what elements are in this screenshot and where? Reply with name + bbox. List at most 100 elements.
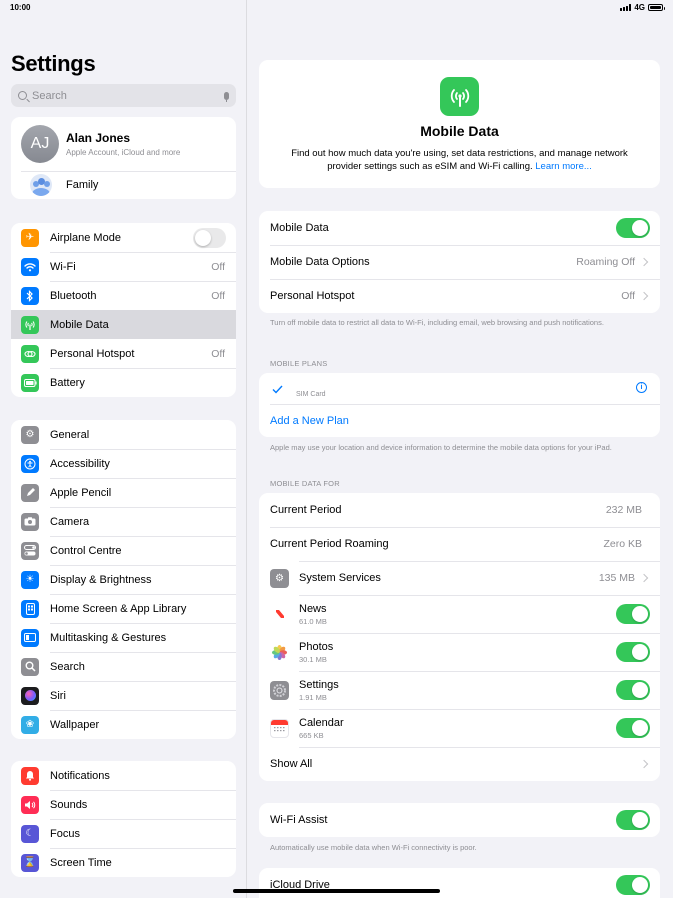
photos-icon bbox=[270, 642, 289, 662]
wifi-icon bbox=[21, 257, 39, 276]
sidebar-item-value: Off bbox=[211, 289, 225, 302]
sidebar-item-control-centre[interactable]: Control Centre bbox=[11, 536, 236, 565]
settings-toggle[interactable] bbox=[616, 680, 650, 700]
wifi-assist-label: Wi-Fi Assist bbox=[270, 814, 328, 826]
avatar: AJ bbox=[21, 125, 59, 163]
sim-card-row[interactable]: SIM Card i bbox=[259, 373, 660, 404]
family-label: Family bbox=[66, 179, 99, 191]
sidebar-item-label: Accessibility bbox=[50, 457, 110, 470]
sidebar-item-label: Multitasking & Gestures bbox=[50, 631, 167, 644]
sidebar-item-label: Focus bbox=[50, 827, 80, 840]
current-period-value: 232 MB bbox=[605, 504, 642, 516]
search-input[interactable]: Search bbox=[11, 84, 236, 107]
family-row[interactable]: Family bbox=[11, 172, 236, 199]
mobile-data-toggle[interactable] bbox=[616, 218, 650, 238]
app-text: Photos 30.1 MB bbox=[299, 641, 616, 664]
chevron-right-icon bbox=[639, 291, 649, 301]
app-name: Photos bbox=[299, 640, 334, 653]
wifi-assist-toggle[interactable] bbox=[616, 810, 650, 830]
sidebar-item-notifications[interactable]: Notifications bbox=[11, 761, 236, 790]
current-roaming-value: Zero KB bbox=[603, 538, 642, 550]
app-name: Calendar bbox=[299, 716, 344, 729]
wifi-assist-row: Wi-Fi Assist bbox=[259, 803, 660, 837]
account-card: AJ Alan Jones Apple Account, iCloud and … bbox=[11, 117, 236, 199]
info-icon[interactable]: i bbox=[636, 382, 647, 393]
current-roaming-label: Current Period Roaming bbox=[270, 538, 389, 550]
family-icon bbox=[30, 174, 52, 196]
account-name: Alan Jones bbox=[66, 131, 131, 145]
sidebar-item-label: Control Centre bbox=[50, 544, 122, 557]
icloud-drive-toggle[interactable] bbox=[616, 875, 650, 895]
sidebar-item-accessibility[interactable]: Accessibility bbox=[11, 449, 236, 478]
accessibility-icon bbox=[21, 454, 39, 473]
bell-icon bbox=[21, 766, 39, 785]
sidebar-item-search[interactable]: Search bbox=[11, 652, 236, 681]
sidebar-item-siri[interactable]: Siri bbox=[11, 681, 236, 710]
microphone-icon[interactable] bbox=[224, 91, 229, 102]
mobile-plans-group: SIM Card i Add a New Plan bbox=[259, 373, 660, 437]
chevron-right-icon bbox=[639, 759, 649, 769]
app-text: News 61.0 MB bbox=[299, 603, 616, 626]
sidebar-item-apple-pencil[interactable]: Apple Pencil bbox=[11, 478, 236, 507]
mobile-data-options-value: Roaming Off bbox=[576, 256, 635, 268]
airplane-mode-toggle[interactable] bbox=[193, 227, 226, 248]
sidebar-item-label: Personal Hotspot bbox=[50, 347, 135, 360]
sidebar-item-wifi[interactable]: Wi-Fi Off bbox=[11, 252, 236, 281]
hourglass-icon: ⌛ bbox=[21, 853, 39, 872]
sidebar-item-battery[interactable]: Battery bbox=[11, 368, 236, 397]
sidebar-item-wallpaper[interactable]: ❀ Wallpaper bbox=[11, 710, 236, 739]
news-toggle[interactable] bbox=[616, 604, 650, 624]
sidebar-item-home-screen[interactable]: Home Screen & App Library bbox=[11, 594, 236, 623]
current-period-row: Current Period 232 MB bbox=[259, 493, 660, 527]
mobile-plans-header: MOBILE PLANS bbox=[270, 359, 328, 368]
account-row[interactable]: AJ Alan Jones Apple Account, iCloud and … bbox=[11, 117, 236, 171]
app-row-photos: Photos 30.1 MB bbox=[259, 633, 660, 671]
app-name: Settings bbox=[299, 678, 339, 691]
sidebar-item-label: Apple Pencil bbox=[50, 486, 112, 499]
control-centre-icon bbox=[21, 541, 39, 560]
search-icon bbox=[21, 657, 39, 676]
airplane-icon: ✈ bbox=[21, 228, 39, 247]
learn-more-link[interactable]: Learn more... bbox=[535, 161, 592, 172]
home-indicator[interactable] bbox=[233, 889, 440, 893]
hero-description: Find out how much data you're using, set… bbox=[274, 147, 645, 173]
mobile-data-settings-group: Mobile Data Mobile Data Options Roaming … bbox=[259, 211, 660, 313]
personal-hotspot-row[interactable]: Personal Hotspot Off bbox=[259, 279, 660, 313]
add-plan-link[interactable]: Add a New Plan bbox=[270, 415, 660, 427]
show-all-row[interactable]: Show All bbox=[259, 747, 660, 781]
app-size: 1.91 MB bbox=[299, 692, 327, 702]
sidebar-item-label: Airplane Mode bbox=[50, 231, 121, 244]
sidebar-item-airplane-mode[interactable]: ✈ Airplane Mode bbox=[11, 223, 236, 252]
sidebar-item-general[interactable]: ⚙ General bbox=[11, 420, 236, 449]
signal-icon bbox=[620, 4, 632, 11]
sidebar-item-sounds[interactable]: Sounds bbox=[11, 790, 236, 819]
app-row-calendar: Calendar 665 KB bbox=[259, 709, 660, 747]
search-icon bbox=[18, 91, 27, 100]
sidebar-item-bluetooth[interactable]: Bluetooth Off bbox=[11, 281, 236, 310]
search-placeholder: Search bbox=[32, 89, 67, 102]
siri-icon bbox=[21, 686, 39, 705]
battery-status-icon bbox=[648, 4, 665, 11]
sidebar-item-screen-time[interactable]: ⌛ Screen Time bbox=[11, 848, 236, 877]
gear-icon: ⚙ bbox=[21, 425, 39, 444]
personal-hotspot-label: Personal Hotspot bbox=[270, 290, 355, 302]
sidebar: Settings Search AJ Alan Jones Apple Acco… bbox=[0, 0, 247, 898]
mobile-data-options-row[interactable]: Mobile Data Options Roaming Off bbox=[259, 245, 660, 279]
sidebar-item-multitasking[interactable]: Multitasking & Gestures bbox=[11, 623, 236, 652]
system-services-row[interactable]: ⚙ System Services 135 MB bbox=[259, 561, 660, 595]
mobile-plans-footer: Apple may use your location and device i… bbox=[270, 443, 612, 452]
sidebar-item-display-brightness[interactable]: ☀ Display & Brightness bbox=[11, 565, 236, 594]
sidebar-item-camera[interactable]: Camera bbox=[11, 507, 236, 536]
sidebar-item-personal-hotspot[interactable]: Personal Hotspot Off bbox=[11, 339, 236, 368]
antenna-icon bbox=[21, 315, 39, 334]
add-plan-row[interactable]: Add a New Plan bbox=[259, 404, 660, 437]
system-group: ⚙ General Accessibility Apple Pencil Came… bbox=[11, 420, 236, 739]
photos-toggle[interactable] bbox=[616, 642, 650, 662]
mobile-data-label: Mobile Data bbox=[270, 222, 329, 234]
app-text: Settings 1.91 MB bbox=[299, 679, 616, 702]
sidebar-item-focus[interactable]: ☾ Focus bbox=[11, 819, 236, 848]
calendar-toggle[interactable] bbox=[616, 718, 650, 738]
sidebar-item-mobile-data[interactable]: Mobile Data bbox=[11, 310, 236, 339]
pencil-icon bbox=[21, 483, 39, 502]
sidebar-item-label: Bluetooth bbox=[50, 289, 97, 302]
